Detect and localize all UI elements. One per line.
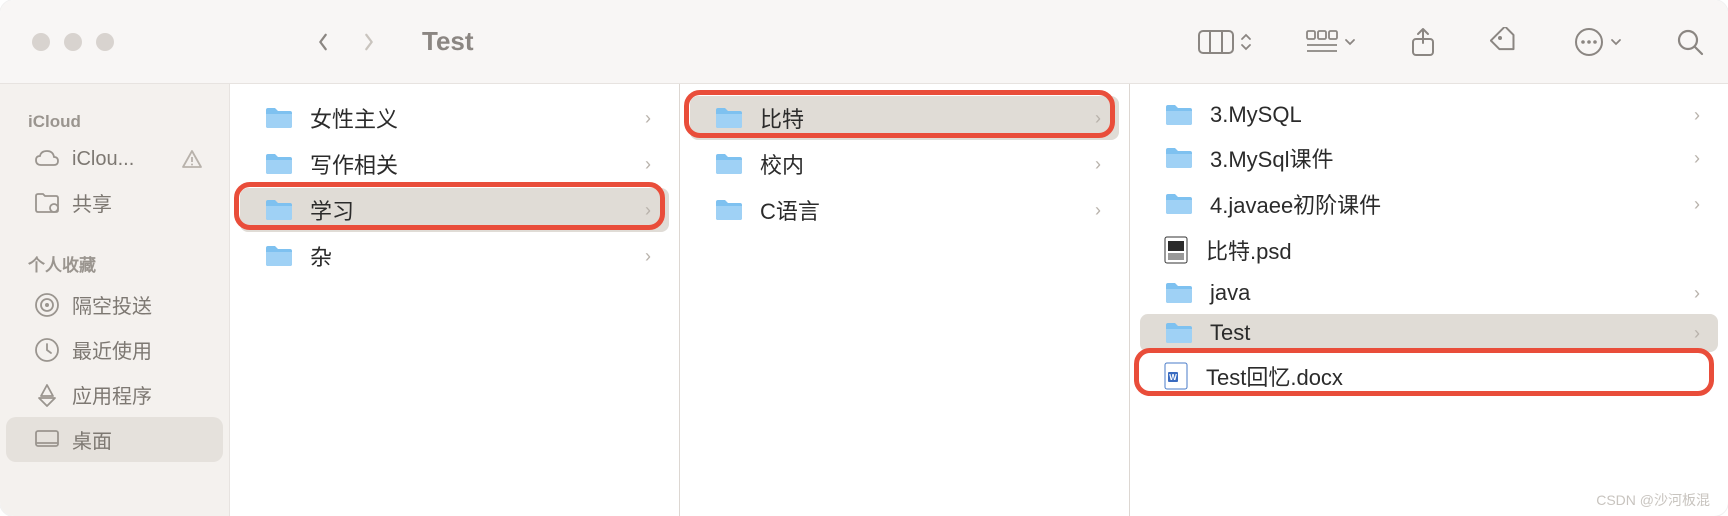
more-button[interactable] [1574,27,1622,57]
content: iCloud iClou... 共享个人收藏隔空投送最近使用应用程序桌面 女性主义 ›… [0,84,1728,516]
list-item[interactable]: Test › [1140,314,1718,352]
item-label: Test回忆.docx [1206,360,1343,392]
chevron-right-icon: › [1095,108,1101,129]
sidebar-item-label: 最近使用 [72,335,152,364]
apps-icon [34,382,60,408]
sidebar-item-label: iClou... [72,148,134,171]
chevron-right-icon: › [645,154,651,175]
sidebar-section-header: 个人收藏 [0,243,229,282]
columns-view: 女性主义›写作相关›学习›杂›比特›校内›C语言›3.MySQL›3.MySql… [230,84,1728,516]
traffic-lights [32,33,114,51]
clock-icon [34,337,60,363]
toolbar-actions [1198,27,1704,57]
window-title: Test [422,26,474,57]
item-label: 3.MySQL [1210,102,1302,128]
item-label: 比特 [760,102,804,134]
item-label: 4.javaee初阶课件 [1210,188,1381,220]
list-item[interactable]: 写作相关 › [240,142,669,186]
chevron-right-icon: › [1694,105,1700,126]
chevron-right-icon: › [645,246,651,267]
item-label: java [1210,280,1250,306]
watermark: CSDN @沙河板混 [1596,490,1710,510]
sidebar-item-label: 应用程序 [72,380,152,409]
shared-folder-icon [34,190,60,216]
column-0: 女性主义›写作相关›学习›杂› [230,84,680,516]
share-button[interactable] [1410,27,1436,57]
desktop-icon [34,427,60,453]
nav-buttons [314,33,378,51]
sidebar-item-shared-folder[interactable]: 共享 [6,180,223,225]
list-item[interactable]: 杂› [240,234,669,278]
list-item[interactable]: 4.javaee初阶课件 › [1140,182,1718,226]
list-item[interactable]: 校内 › [690,142,1119,186]
list-item[interactable]: java › [1140,274,1718,312]
sidebar: iCloud iClou... 共享个人收藏隔空投送最近使用应用程序桌面 [0,84,230,516]
airdrop-icon [34,292,60,318]
sidebar-item-clock[interactable]: 最近使用 [6,327,223,372]
chevron-right-icon: › [1694,323,1700,344]
list-item[interactable]: 3.MySQL › [1140,96,1718,134]
column-2: 3.MySQL › 3.MySql课件 › 4.javaee初阶课件 › 比特.psd jav… [1130,84,1728,516]
chevron-right-icon: › [1694,148,1700,169]
sidebar-item-apps[interactable]: 应用程序 [6,372,223,417]
toolbar: Test [0,0,1728,84]
search-button[interactable] [1676,28,1704,56]
item-label: 校内 [760,148,804,180]
item-label: 比特.psd [1206,234,1292,266]
item-label: 杂 [310,240,332,272]
maximize-dot[interactable] [96,33,114,51]
column-1: 比特 › 校内 › C语言 › [680,84,1130,516]
group-button[interactable] [1306,30,1356,54]
finder-window: Test iClo [0,0,1728,516]
sidebar-item-airdrop[interactable]: 隔空投送 [6,282,223,327]
item-label: 女性主义 [310,102,398,134]
chevron-right-icon: › [1095,154,1101,175]
list-item[interactable]: C语言 › [690,188,1119,232]
sidebar-item-label: 隔空投送 [72,290,152,319]
sidebar-section-header: iCloud [0,104,229,138]
cloud-icon [34,146,60,172]
chevron-right-icon: › [1694,283,1700,304]
list-item[interactable]: 3.MySql课件 › [1140,136,1718,180]
list-item[interactable]: 比特.psd [1140,228,1718,272]
chevron-right-icon: › [645,200,651,221]
sidebar-item-desktop[interactable]: 桌面 [6,417,223,462]
list-item[interactable]: 女性主义 › [240,96,669,140]
minimize-dot[interactable] [64,33,82,51]
item-label: 3.MySql课件 [1210,142,1333,174]
forward-button[interactable] [360,33,378,51]
item-label: 写作相关 [310,148,398,180]
item-label: Test [1210,320,1250,346]
list-item[interactable]: 比特 › [690,96,1119,140]
item-label: C语言 [760,194,820,226]
chevron-right-icon: › [1095,200,1101,221]
chevron-right-icon: › [1694,194,1700,215]
sidebar-item-cloud[interactable]: iClou... [6,138,223,180]
sidebar-item-label: 桌面 [72,425,112,454]
item-label: 学习 [310,194,354,226]
list-item[interactable]: W Test回忆.docx [1140,354,1718,398]
list-item[interactable]: 学习 › [240,188,669,232]
close-dot[interactable] [32,33,50,51]
svg-text:W: W [1169,373,1177,382]
sidebar-item-label: 共享 [72,188,112,217]
back-button[interactable] [314,33,332,51]
chevron-right-icon: › [645,108,651,129]
tag-button[interactable] [1490,27,1520,57]
view-columns-button[interactable] [1198,30,1252,54]
